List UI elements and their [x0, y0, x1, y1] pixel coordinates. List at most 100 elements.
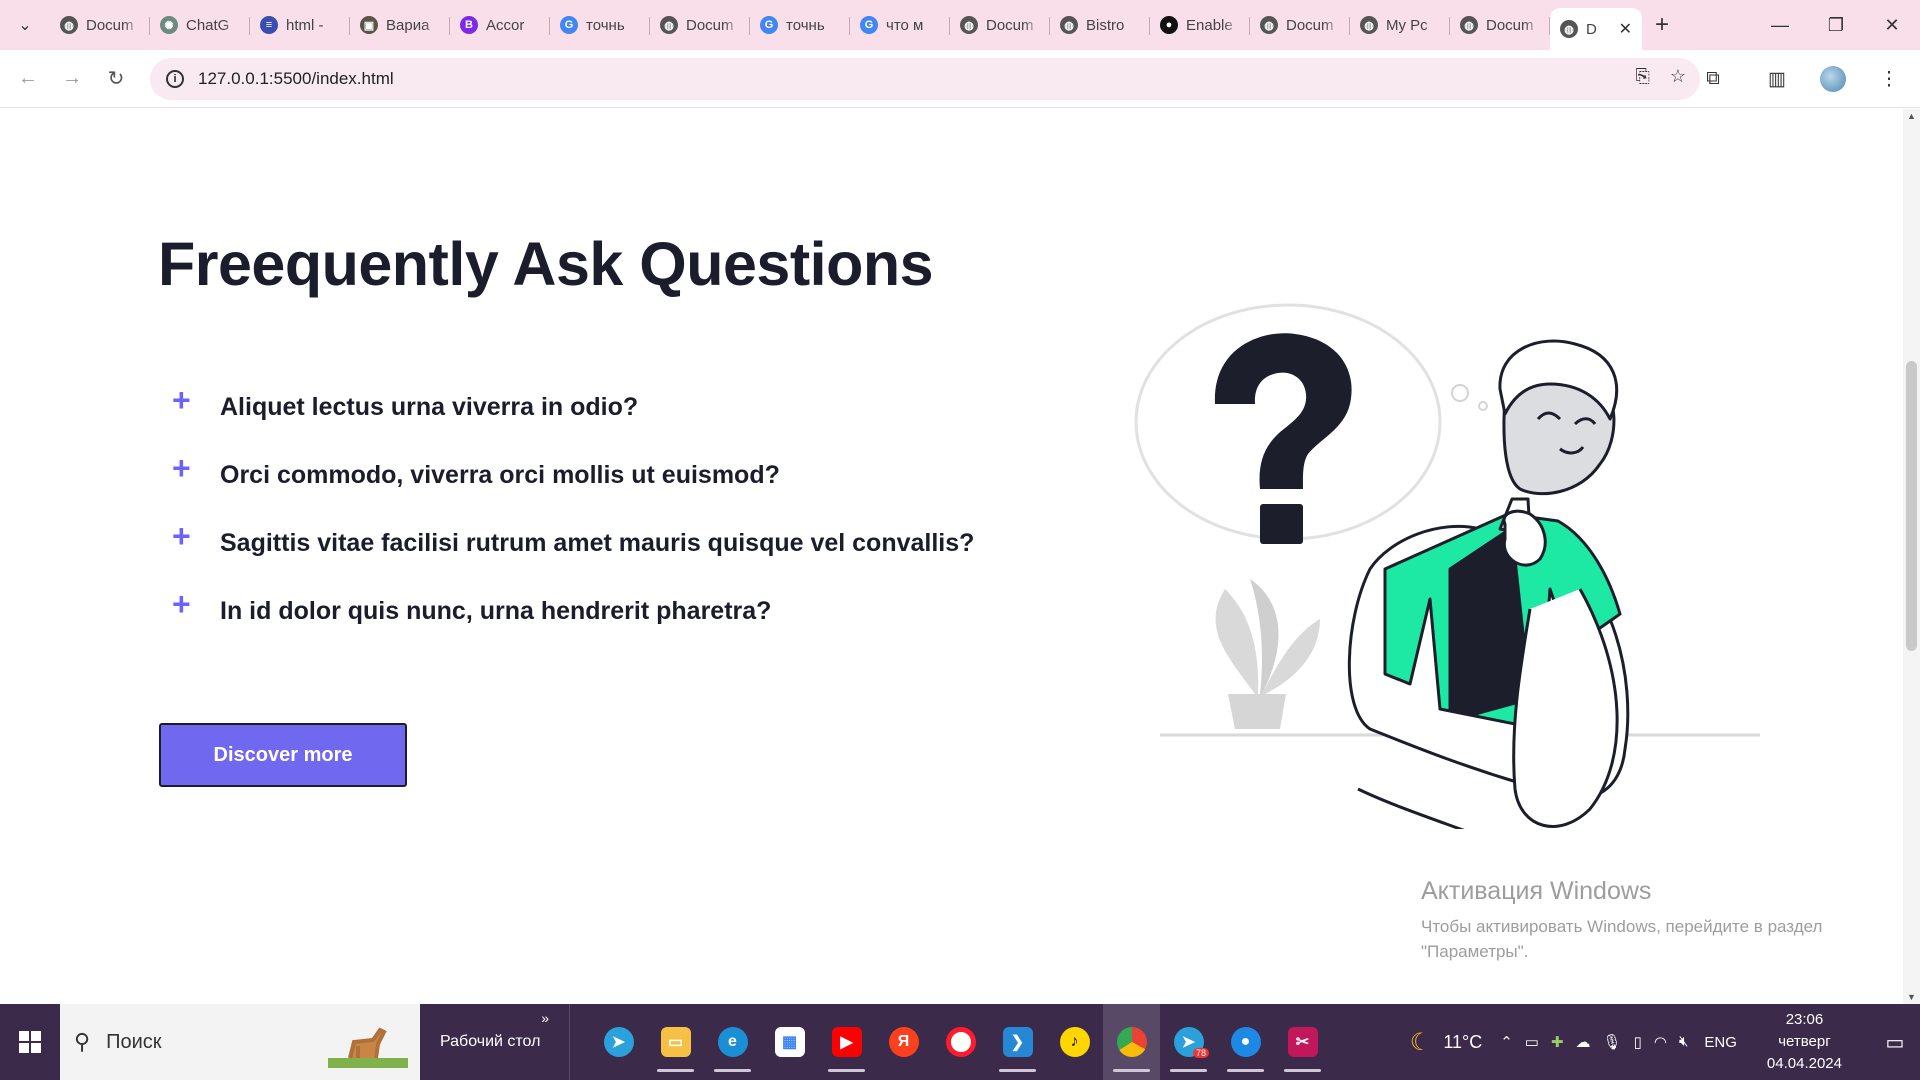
telegram-desktop-app[interactable]: ➤ 78 — [1160, 1004, 1217, 1080]
translate-icon[interactable]: ⎘ — [1635, 66, 1649, 87]
youtube-icon: ▶ — [831, 1027, 862, 1057]
desktop-label: Рабочий стол — [440, 1033, 541, 1050]
yandex-app[interactable]: Я — [875, 1004, 932, 1080]
tab-active[interactable]: ◍ D ✕ — [1550, 8, 1642, 50]
tab[interactable]: ◍ Bistro — [1050, 7, 1150, 43]
file-explorer-app[interactable]: ▭ — [647, 1004, 704, 1080]
tab[interactable]: ● Enable — [1150, 7, 1250, 43]
tab[interactable]: ◍ Docum — [1250, 7, 1350, 43]
desktop-toolbar[interactable]: Рабочий стол » — [420, 1004, 570, 1080]
music-icon: ♪ — [1059, 1027, 1090, 1057]
tab[interactable]: ◍ Docum — [1450, 7, 1550, 43]
telegram-icon: ➤ — [603, 1027, 634, 1057]
forward-button[interactable]: → — [50, 57, 94, 101]
store-icon: ▦ — [774, 1027, 805, 1057]
reload-button[interactable]: ↻ — [94, 57, 138, 101]
wifi-icon[interactable]: ◠ — [1654, 1033, 1667, 1051]
tab[interactable]: ◍ My Pc — [1350, 7, 1450, 43]
faq-item[interactable]: + Aliquet lectus urna viverra in odio? — [172, 384, 1072, 454]
watermark-line1: Чтобы активировать Windows, перейдите в … — [1421, 917, 1823, 936]
tab-title: ChatG — [186, 16, 230, 34]
device-icon[interactable]: ▯ — [1634, 1033, 1642, 1051]
language-indicator[interactable]: ENG — [1704, 1034, 1737, 1051]
tab[interactable]: ◍ Docum — [50, 7, 150, 43]
yandex-icon: Я — [888, 1027, 919, 1057]
speaker-muted-icon[interactable]: 🔇︎ — [1679, 1033, 1688, 1051]
restore-button[interactable]: ❐ — [1808, 0, 1864, 50]
tab[interactable]: B Accor — [450, 7, 550, 43]
tab-title: Docum — [1286, 16, 1334, 34]
tab[interactable]: Gточнь — [750, 7, 850, 43]
tab[interactable]: ▣ Вариа — [350, 7, 450, 43]
yandex-music-app[interactable]: ♪ — [1046, 1004, 1103, 1080]
profile-avatar[interactable] — [1820, 66, 1846, 92]
messenger-app[interactable]: ● — [1217, 1004, 1274, 1080]
tray-green-icon[interactable]: ✚ — [1551, 1033, 1564, 1051]
stackoverflow-icon: ≡ — [260, 16, 278, 34]
taskbar-search[interactable]: ⚲ Поиск — [60, 1004, 420, 1080]
page-viewport: Freequently Ask Questions + Aliquet lect… — [0, 109, 1903, 1004]
microphone-icon[interactable]: 🎙︎ — [1603, 1033, 1622, 1051]
plus-icon[interactable]: + — [172, 520, 192, 552]
back-button[interactable]: ← — [6, 57, 50, 101]
opera-app[interactable] — [932, 1004, 989, 1080]
youtube-app[interactable]: ▶ — [818, 1004, 875, 1080]
scroll-down-arrow-icon[interactable]: ▼ — [1903, 992, 1920, 1002]
clock[interactable]: 23:06 четверг 04.04.2024 — [1767, 1009, 1842, 1075]
telegram-app[interactable]: ➤ — [590, 1004, 647, 1080]
site-info-icon[interactable]: i — [166, 70, 184, 88]
tab[interactable]: Gточнь — [550, 7, 650, 43]
globe-icon: ◍ — [1260, 16, 1278, 34]
tab-search-button[interactable]: ⌄ — [0, 0, 50, 50]
store-app[interactable]: ▦ — [761, 1004, 818, 1080]
chevron-up-icon[interactable]: ⌃ — [1500, 1033, 1513, 1051]
tab-title: Accor — [486, 16, 525, 34]
plus-icon[interactable]: + — [172, 452, 192, 484]
tab[interactable]: ◍ Docum — [650, 7, 750, 43]
weather-temp: 11°C — [1443, 1031, 1483, 1052]
tab[interactable]: ≡ html - — [250, 7, 350, 43]
page-scrollbar[interactable]: ▲ ▼ — [1903, 109, 1920, 1004]
notification-icon[interactable]: ▭ — [1870, 1004, 1920, 1080]
menu-kebab-icon[interactable]: ⋮ — [1868, 57, 1910, 101]
bookmark-star-icon[interactable]: ☆ — [1670, 66, 1686, 87]
globe-icon: ◍ — [1460, 16, 1478, 34]
edge-app[interactable]: e — [704, 1004, 761, 1080]
side-panel-icon[interactable]: ▥ — [1756, 57, 1798, 101]
tab-title: html - — [286, 16, 324, 34]
faq-item[interactable]: + Orci commodo, viverra orci mollis ut e… — [172, 452, 1072, 522]
extensions-icon[interactable]: ⧉ — [1692, 57, 1734, 101]
scroll-up-arrow-icon[interactable]: ▲ — [1903, 111, 1920, 121]
new-tab-button[interactable]: + — [1642, 11, 1682, 39]
clock-time: 23:06 — [1785, 1011, 1824, 1028]
tab-title: Bistro — [1086, 16, 1125, 34]
close-window-button[interactable]: ✕ — [1864, 0, 1920, 50]
discover-more-button[interactable]: Discover more — [159, 723, 407, 787]
tab-title: что м — [886, 16, 924, 34]
clock-date: 04.04.2024 — [1766, 1055, 1842, 1072]
weather-widget[interactable]: ☾ 11°C — [1410, 1028, 1482, 1057]
minimize-button[interactable]: — — [1752, 0, 1808, 50]
onedrive-icon[interactable]: ☁ — [1576, 1033, 1591, 1051]
app-pinned[interactable]: ✂ — [1274, 1004, 1331, 1080]
scrollbar-thumb[interactable] — [1906, 361, 1917, 651]
plus-icon[interactable]: + — [172, 588, 192, 620]
tab[interactable]: Gчто м — [850, 7, 950, 43]
close-tab-icon[interactable]: ✕ — [1619, 19, 1632, 39]
github-icon: ● — [1160, 16, 1178, 34]
plus-icon[interactable]: + — [172, 384, 192, 416]
tab-title: My Pc — [1386, 16, 1428, 34]
chevron-right-icon[interactable]: » — [541, 1010, 549, 1026]
faq-item[interactable]: + In id dolor quis nunc, urna hendrerit … — [172, 588, 1072, 658]
url-text: 127.0.0.1:5500/index.html — [198, 69, 394, 88]
faq-item[interactable]: + Sagittis vitae facilisi rutrum amet ma… — [172, 520, 1072, 590]
browser-tab-strip: ⌄ ◍ Docum ✺ ChatG ≡ html - ▣ Вариа B Accor Gточнь ◍… — [0, 0, 1920, 50]
tab[interactable]: ✺ ChatG — [150, 7, 250, 43]
edge-icon: e — [717, 1027, 748, 1057]
tab[interactable]: ◍ Docum — [950, 7, 1050, 43]
vscode-app[interactable]: ❯ — [989, 1004, 1046, 1080]
address-bar[interactable]: i 127.0.0.1:5500/index.html ⎘ ☆ — [150, 58, 1700, 100]
chrome-app[interactable] — [1103, 1004, 1160, 1080]
start-button[interactable] — [0, 1004, 60, 1080]
tray-app-icon[interactable]: ▭ — [1525, 1033, 1539, 1051]
